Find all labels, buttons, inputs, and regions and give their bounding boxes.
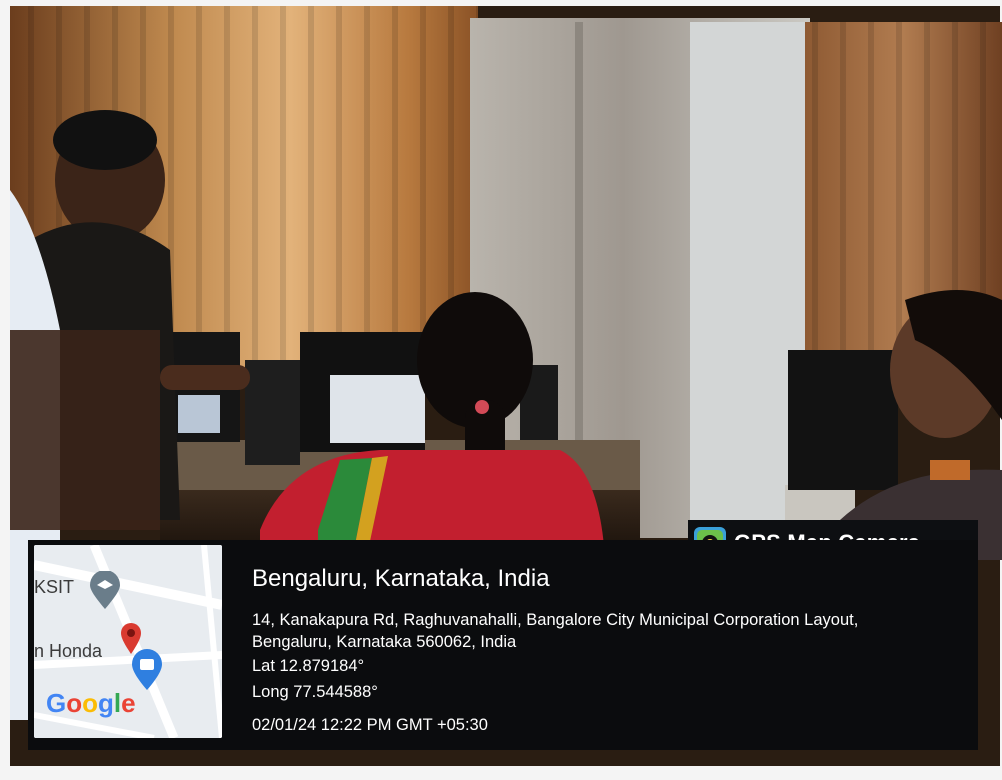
- timestamp: 02/01/24 12:22 PM GMT +05:30: [252, 716, 488, 734]
- map-label-honda: n Honda: [34, 641, 103, 661]
- shop-pin-icon: [132, 649, 162, 690]
- address-line-1: 14, Kanakapura Rd, Raghuvanahalli, Banga…: [252, 611, 859, 629]
- location-city: Bengaluru, Karnataka, India: [252, 565, 550, 592]
- map-thumbnail: KSIT n Honda Google: [34, 545, 222, 738]
- longitude: Long 77.544588°: [252, 683, 378, 701]
- school-pin-icon: [90, 571, 120, 609]
- address-line-2: Bengaluru, Karnataka 560062, India: [252, 633, 517, 651]
- google-logo: Google: [46, 688, 136, 718]
- latitude: Lat 12.879184°: [252, 657, 365, 675]
- map-label-ksit: KSIT: [34, 577, 75, 597]
